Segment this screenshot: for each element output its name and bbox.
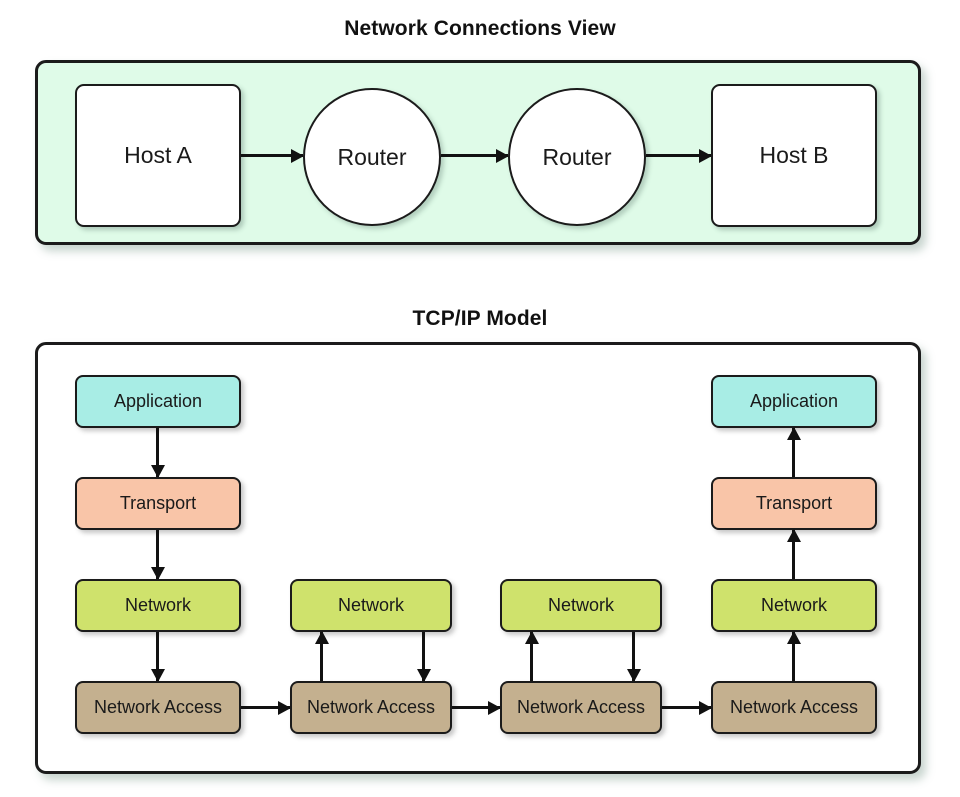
layer-box-router-2-network[interactable]: Network <box>500 579 662 632</box>
arrow-host-b-network-access-to-network <box>792 632 795 681</box>
layer-box-host-b-transport[interactable]: Transport <box>711 477 877 530</box>
layer-box-host-a-application[interactable]: Application <box>75 375 241 428</box>
arrow-host-a-transport-to-network <box>156 530 159 579</box>
arrow-host-a-network-to-network-access <box>156 632 159 681</box>
network-connections-view-title: Network Connections View <box>344 17 616 40</box>
layer-box-host-b-network-access[interactable]: Network Access <box>711 681 877 734</box>
arrow-host-a-to-router-1 <box>241 154 303 157</box>
node-host-a[interactable]: Host A <box>75 84 241 227</box>
node-router-2[interactable]: Router <box>508 88 646 226</box>
layer-box-router-1-network[interactable]: Network <box>290 579 452 632</box>
arrow-router-2-network-to-network-access <box>632 632 635 681</box>
layer-box-router-1-network-access[interactable]: Network Access <box>290 681 452 734</box>
layer-box-router-2-network-access[interactable]: Network Access <box>500 681 662 734</box>
arrow-host-a-to-router-1-network-access <box>241 706 290 709</box>
arrow-router-1-to-router-2 <box>441 154 508 157</box>
layer-box-host-a-network-access[interactable]: Network Access <box>75 681 241 734</box>
arrow-router-2-network-access-to-network <box>530 632 533 681</box>
layer-box-host-a-transport[interactable]: Transport <box>75 477 241 530</box>
layer-box-host-b-application[interactable]: Application <box>711 375 877 428</box>
arrow-router-1-to-router-2-network-access <box>452 706 500 709</box>
node-router-1[interactable]: Router <box>303 88 441 226</box>
layer-box-host-a-network[interactable]: Network <box>75 579 241 632</box>
layer-box-host-b-network[interactable]: Network <box>711 579 877 632</box>
tcpip-model-title: TCP/IP Model <box>412 307 548 330</box>
diagram-canvas: Network Connections View Host A Router R… <box>0 0 960 797</box>
arrow-router-2-to-host-b-network-access <box>662 706 711 709</box>
arrow-router-2-to-host-b <box>646 154 711 157</box>
arrow-host-b-transport-to-application <box>792 428 795 477</box>
node-host-b[interactable]: Host B <box>711 84 877 227</box>
arrow-host-a-application-to-transport <box>156 428 159 477</box>
arrow-host-b-network-to-transport <box>792 530 795 579</box>
arrow-router-1-network-access-to-network <box>320 632 323 681</box>
arrow-router-1-network-to-network-access <box>422 632 425 681</box>
